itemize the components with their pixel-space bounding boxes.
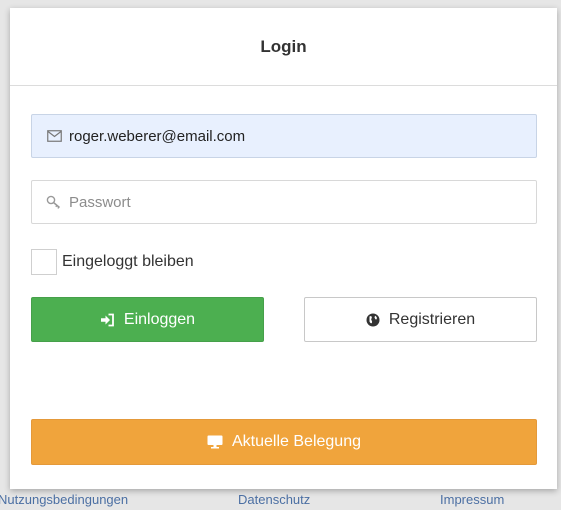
envelope-icon <box>46 128 62 144</box>
footer-link-terms[interactable]: Nutzungsbedingungen <box>0 492 128 507</box>
login-button[interactable]: Einloggen <box>31 297 264 342</box>
register-button-label: Registrieren <box>388 310 476 328</box>
email-value: roger.weberer@email.com <box>69 127 246 145</box>
email-field[interactable]: roger.weberer@email.com <box>31 114 537 158</box>
login-header: Login <box>10 8 557 86</box>
password-field[interactable]: Passwort <box>31 180 537 224</box>
key-icon <box>46 194 62 210</box>
current-occupancy-label: Aktuelle Belegung <box>232 433 361 450</box>
remember-label: Eingeloggt bleiben <box>62 253 194 270</box>
footer-link-privacy[interactable]: Datenschutz <box>238 492 310 507</box>
register-button[interactable]: Registrieren <box>304 297 537 342</box>
sign-in-icon <box>100 313 115 327</box>
page-title: Login <box>260 36 307 56</box>
login-button-label: Einloggen <box>123 310 196 328</box>
globe-icon <box>366 313 380 327</box>
current-occupancy-button[interactable]: Aktuelle Belegung <box>31 419 537 465</box>
remember-me[interactable]: Eingeloggt bleiben <box>31 247 194 277</box>
login-card: Login roger.weberer@email.com Passwort E… <box>10 8 557 489</box>
footer-link-imprint[interactable]: Impressum <box>440 492 504 507</box>
password-placeholder: Passwort <box>69 193 131 211</box>
monitor-icon <box>207 435 223 449</box>
remember-checkbox[interactable] <box>31 249 57 275</box>
